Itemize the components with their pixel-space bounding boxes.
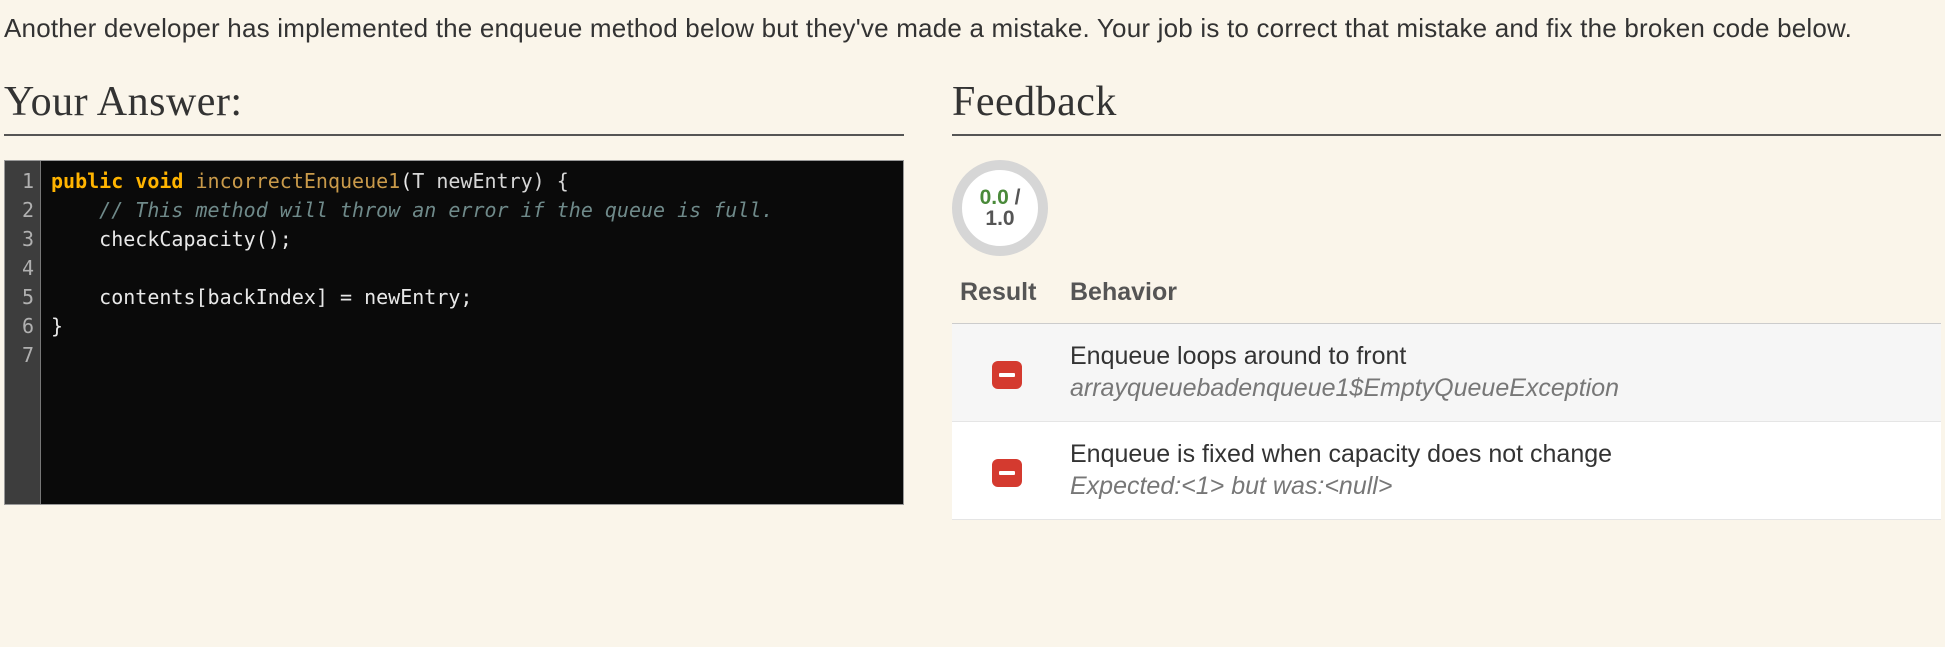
code-text: contents[backIndex] = newEntry; [99,285,472,309]
table-row: Enqueue is fixed when capacity does not … [952,421,1941,519]
code-function: incorrectEnqueue1 [196,169,401,193]
line-number: 1 [11,167,34,196]
feedback-column: Feedback 0.0 / 1.0 Result Behavior [952,78,1941,520]
fail-icon [992,361,1022,389]
line-number: 7 [11,341,34,370]
code-keyword: void [135,169,183,193]
line-number: 3 [11,225,34,254]
code-area[interactable]: public void incorrectEnqueue1(T newEntry… [41,161,903,504]
line-number: 5 [11,283,34,312]
score-sep: / [1009,186,1021,209]
feedback-heading: Feedback [952,78,1941,136]
code-comment: // This method will throw an error if th… [99,198,773,222]
code-editor[interactable]: 1 2 3 4 5 6 7 public void incorrectEnque… [4,160,904,505]
score-total: 1.0 [985,207,1014,230]
prompt-text: Another developer has implemented the en… [4,10,1941,48]
code-type: T [412,169,424,193]
line-number: 2 [11,196,34,225]
behavior-detail: arrayqueuebadenqueue1$EmptyQueueExceptio… [1070,372,1933,405]
feedback-table: Result Behavior Enqueue loops around to … [952,266,1941,520]
behavior-title: Enqueue is fixed when capacity does not … [1070,438,1933,471]
code-gutter: 1 2 3 4 5 6 7 [5,161,41,504]
score-badge: 0.0 / 1.0 [952,160,1048,256]
behavior-detail: Expected:<1> but was:<null> [1070,470,1933,503]
line-number: 6 [11,312,34,341]
col-behavior: Behavior [1062,266,1941,324]
line-number: 4 [11,254,34,283]
table-row: Enqueue loops around to front arrayqueue… [952,323,1941,421]
code-keyword: public [51,169,123,193]
answer-column: Your Answer: 1 2 3 4 5 6 7 public void i… [4,78,904,520]
code-text: ( [400,169,412,193]
score-earned: 0.0 [980,186,1009,209]
code-text: newEntry) { [424,169,569,193]
code-text: } [51,314,63,338]
answer-heading: Your Answer: [4,78,904,136]
behavior-title: Enqueue loops around to front [1070,340,1933,373]
col-result: Result [952,266,1062,324]
code-text: checkCapacity(); [99,227,292,251]
fail-icon [992,459,1022,487]
